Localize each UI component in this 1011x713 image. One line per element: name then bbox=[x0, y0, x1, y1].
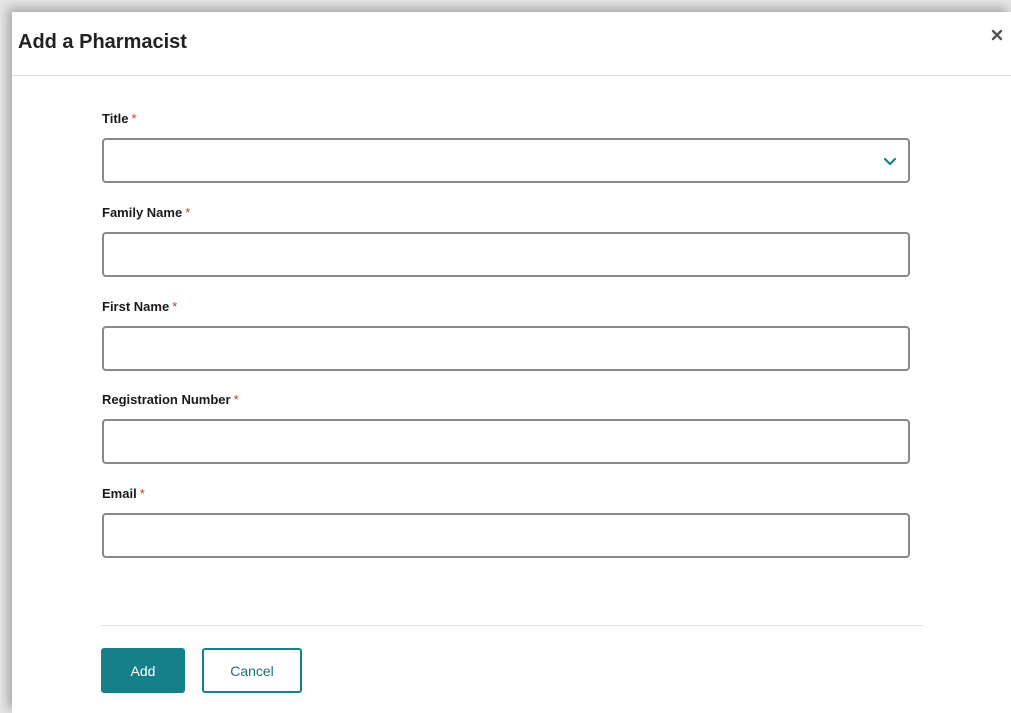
footer-divider bbox=[101, 625, 923, 626]
required-marker: * bbox=[185, 205, 191, 220]
cancel-button[interactable]: Cancel bbox=[202, 648, 302, 693]
add-pharmacist-dialog: Add a Pharmacist Title * Family Name * Fir… bbox=[12, 12, 1011, 713]
first-name-label: First Name * bbox=[102, 299, 178, 314]
family-name-input[interactable] bbox=[102, 232, 910, 277]
dialog-title: Add a Pharmacist bbox=[18, 31, 187, 53]
title-label: Title * bbox=[102, 111, 137, 126]
chevron-down-icon bbox=[883, 157, 897, 166]
required-marker: * bbox=[233, 392, 239, 407]
email-group: Email * bbox=[102, 486, 910, 558]
title-select[interactable] bbox=[102, 138, 910, 183]
close-button[interactable] bbox=[988, 26, 1006, 44]
family-name-group: Family Name * bbox=[102, 205, 910, 277]
close-icon bbox=[991, 29, 1003, 41]
registration-number-label: Registration Number * bbox=[102, 392, 239, 407]
dialog-header: Add a Pharmacist bbox=[12, 12, 1011, 76]
required-marker: * bbox=[131, 111, 137, 126]
required-marker: * bbox=[172, 299, 178, 314]
registration-number-input[interactable] bbox=[102, 419, 910, 464]
email-label: Email * bbox=[102, 486, 145, 501]
required-marker: * bbox=[139, 486, 145, 501]
first-name-group: First Name * bbox=[102, 299, 910, 371]
email-input[interactable] bbox=[102, 513, 910, 558]
family-name-label: Family Name * bbox=[102, 205, 191, 220]
title-group: Title * bbox=[102, 111, 910, 183]
first-name-input[interactable] bbox=[102, 326, 910, 371]
add-button[interactable]: Add bbox=[101, 648, 185, 693]
registration-number-group: Registration Number * bbox=[102, 392, 910, 464]
